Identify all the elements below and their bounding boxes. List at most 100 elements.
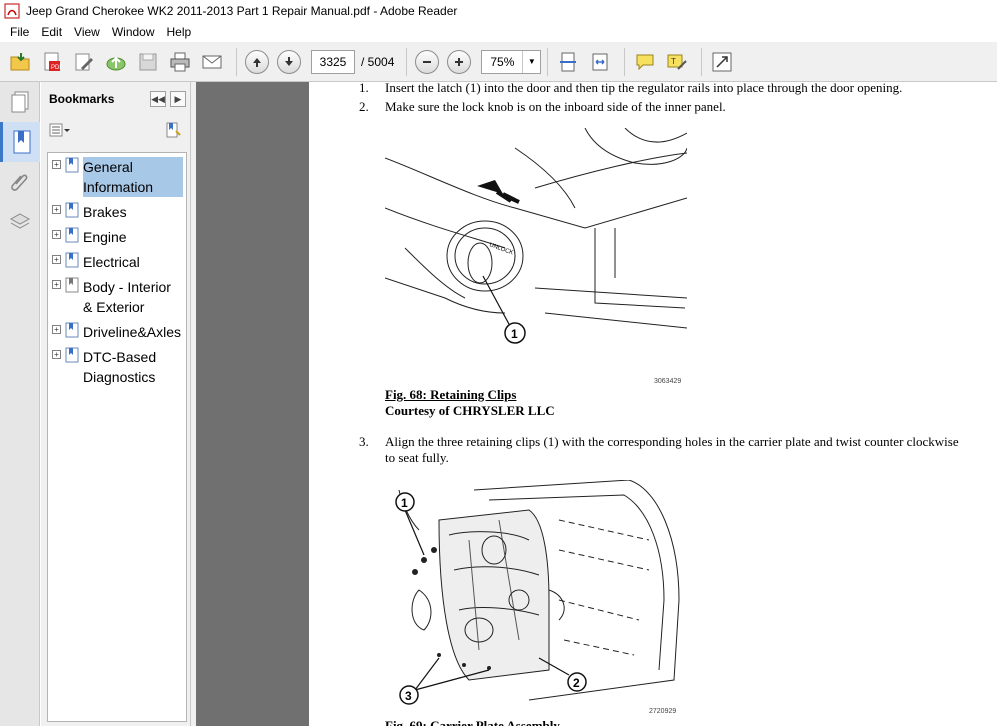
fit-width-button[interactable] xyxy=(586,48,614,76)
expand-panel-button[interactable]: ▶ xyxy=(170,91,186,107)
toolbar: PDF 3325 / 5004 75% ▼ T xyxy=(0,42,997,82)
print-button[interactable] xyxy=(166,48,194,76)
bookmarks-tab-button[interactable] xyxy=(0,122,40,162)
figure-68-caption: Fig. 68: Retaining Clips Courtesy of CHR… xyxy=(385,387,555,419)
toolbar-separator xyxy=(701,47,703,76)
svg-text:PDF: PDF xyxy=(51,65,63,71)
comment-icon xyxy=(636,54,654,70)
navigation-pane-strip xyxy=(0,82,40,726)
paperclip-icon xyxy=(11,174,28,191)
bookmark-label: Engine xyxy=(83,229,127,245)
expand-plus-icon[interactable]: + xyxy=(52,230,61,239)
next-page-icon xyxy=(285,56,293,66)
fit-page-icon xyxy=(560,52,577,71)
page-thumbnails-icon xyxy=(11,91,29,113)
window-title: Jeep Grand Cherokee WK2 2011-2013 Part 1… xyxy=(26,4,458,18)
adobe-reader-icon xyxy=(4,3,20,19)
bookmarks-header: Bookmarks ◀◀ ▶ xyxy=(41,82,190,116)
figure-69-carrier-plate-assembly: 1 2 3 xyxy=(395,480,680,705)
step-number: 1. xyxy=(359,82,369,95)
save-button[interactable] xyxy=(134,48,162,76)
step-3: 3. Align the three retaining clips (1) w… xyxy=(359,434,959,466)
bookmark-icon xyxy=(13,130,30,154)
toolbar-separator xyxy=(406,47,408,76)
page-thumbnails-button[interactable] xyxy=(0,82,40,122)
svg-text:T: T xyxy=(671,57,676,66)
fit-page-button[interactable] xyxy=(554,48,582,76)
callout-1: 1 xyxy=(401,496,408,510)
open-icon xyxy=(10,52,30,70)
expand-bookmark-icon[interactable] xyxy=(164,121,182,139)
bookmarks-panel: Bookmarks ◀◀ ▶ + General Information + B… xyxy=(41,82,191,726)
edit-button[interactable] xyxy=(70,48,98,76)
menu-view[interactable]: View xyxy=(68,25,106,39)
menu-bar: File Edit View Window Help xyxy=(0,22,997,42)
unlock-text: UNLOCK xyxy=(488,242,514,256)
zoom-in-button[interactable] xyxy=(445,48,473,76)
bookmark-label: Electrical xyxy=(83,254,140,270)
create-pdf-button[interactable]: PDF xyxy=(38,48,66,76)
figure-title: Fig. 68: Retaining Clips xyxy=(385,387,517,402)
options-menu-icon[interactable] xyxy=(49,123,71,137)
prev-page-button[interactable] xyxy=(243,48,271,76)
zoom-out-button[interactable] xyxy=(413,48,441,76)
bookmark-icon xyxy=(65,252,79,268)
prev-page-icon xyxy=(253,57,261,67)
toolbar-separator xyxy=(624,47,626,76)
callout-2: 2 xyxy=(573,676,580,690)
bookmark-driveline-axles[interactable]: + Driveline&Axles xyxy=(48,320,186,344)
menu-file[interactable]: File xyxy=(4,25,35,39)
step-text: Make sure the lock knob is on the inboar… xyxy=(385,99,726,114)
bookmark-dtc-based-diagnostics[interactable]: + DTC-Based Diagnostics xyxy=(48,345,186,389)
expand-plus-icon[interactable]: + xyxy=(52,350,61,359)
menu-window[interactable]: Window xyxy=(106,25,161,39)
zoom-select[interactable]: 75% ▼ xyxy=(481,49,542,74)
comment-button[interactable] xyxy=(631,48,659,76)
expand-plus-icon[interactable]: + xyxy=(52,205,61,214)
bookmark-label: Driveline&Axles xyxy=(83,324,182,340)
bookmark-body-interior-exterior[interactable]: + Body - Interior & Exterior xyxy=(48,275,186,319)
figure-title: Fig. 69: Carrier Plate Assembly xyxy=(385,718,560,726)
collapse-panel-button[interactable]: ◀◀ xyxy=(150,91,166,107)
bookmark-engine[interactable]: + Engine xyxy=(48,225,186,249)
bookmark-label: Brakes xyxy=(83,204,127,220)
step-1: 1. Insert the latch (1) into the door an… xyxy=(359,82,959,96)
bookmark-icon xyxy=(65,347,79,363)
bookmark-label: Body - Interior & Exterior xyxy=(83,279,171,315)
bookmark-general-information[interactable]: + General Information xyxy=(48,155,186,199)
toolbar-separator xyxy=(236,47,237,76)
expand-button[interactable] xyxy=(708,48,736,76)
bookmark-electrical[interactable]: + Electrical xyxy=(48,250,186,274)
bookmark-icon xyxy=(65,227,79,243)
email-button[interactable] xyxy=(198,48,226,76)
bookmark-icon xyxy=(65,157,79,173)
chevron-down-icon[interactable]: ▼ xyxy=(522,50,540,73)
upload-button[interactable] xyxy=(102,48,130,76)
step-number: 2. xyxy=(359,99,369,114)
bookmark-icon xyxy=(65,202,79,218)
expand-plus-icon[interactable]: + xyxy=(52,325,61,334)
expand-plus-icon[interactable]: + xyxy=(52,160,61,169)
bookmarks-title: Bookmarks xyxy=(49,92,115,106)
highlight-button[interactable]: T xyxy=(663,48,691,76)
email-icon xyxy=(202,55,222,68)
bookmark-brakes[interactable]: + Brakes xyxy=(48,200,186,224)
layers-icon xyxy=(9,213,31,229)
step-2: 2. Make sure the lock knob is on the inb… xyxy=(359,99,959,115)
expand-plus-icon[interactable]: + xyxy=(52,255,61,264)
menu-edit[interactable]: Edit xyxy=(35,25,68,39)
layers-button[interactable] xyxy=(0,202,40,242)
pdf-page: 1. Insert the latch (1) into the door an… xyxy=(309,82,997,726)
expand-plus-icon[interactable]: + xyxy=(52,280,61,289)
menu-help[interactable]: Help xyxy=(161,25,198,39)
open-button[interactable] xyxy=(6,48,34,76)
create-pdf-icon: PDF xyxy=(44,52,63,71)
attachments-button[interactable] xyxy=(0,162,40,202)
figure-credit: Courtesy of CHRYSLER LLC xyxy=(385,403,555,418)
bookmarks-toolbar xyxy=(41,116,190,144)
bookmark-label: DTC-Based Diagnostics xyxy=(83,349,157,385)
fit-width-icon xyxy=(592,53,608,70)
page-number-input[interactable]: 3325 xyxy=(311,49,355,74)
document-viewport[interactable]: 1. Insert the latch (1) into the door an… xyxy=(196,82,997,726)
next-page-button[interactable] xyxy=(275,48,303,76)
